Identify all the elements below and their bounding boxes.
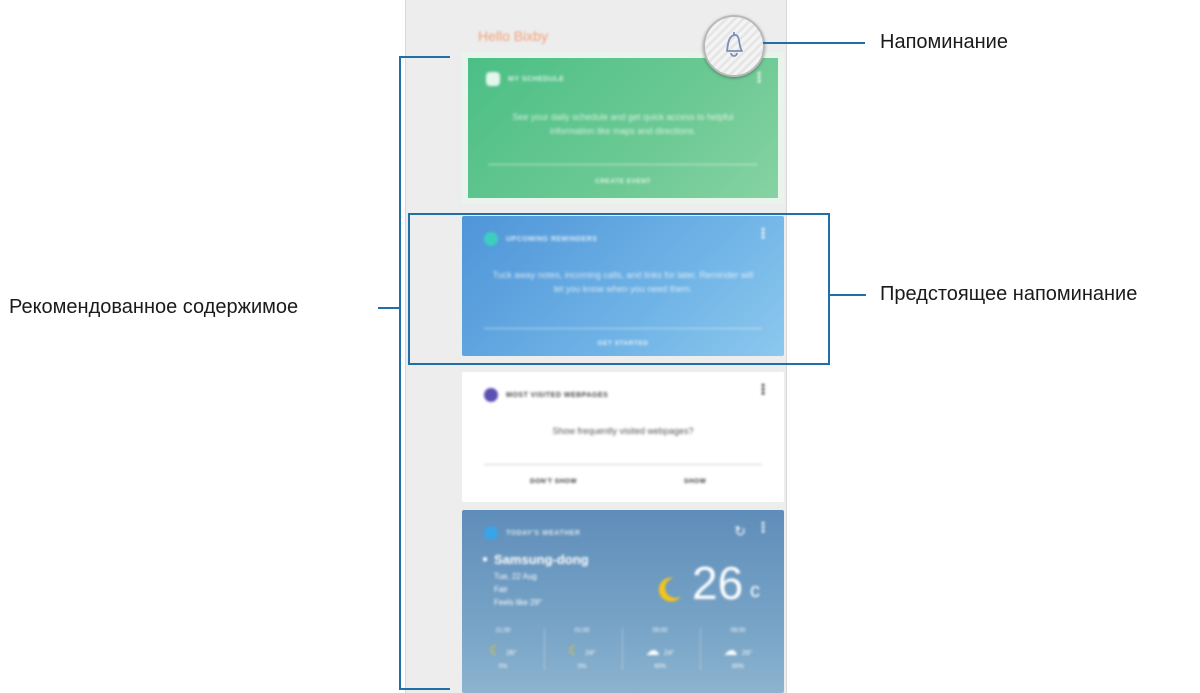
forecast-item: 09:00 ☁ 26° 60% [700, 628, 775, 670]
weather-temperature: 26 [692, 557, 744, 609]
bell-icon [726, 32, 743, 57]
weather-feels-like: Feels like 29° [494, 598, 543, 607]
dont-show-button[interactable]: DON'T SHOW [530, 478, 577, 485]
show-button[interactable]: SHOW [684, 478, 706, 485]
moon-icon: ☾ [489, 642, 502, 658]
forecast-item: 05:00 ☁ 24° 40% [622, 628, 697, 670]
card-body: Tuck away notes, incoming calls, and lin… [492, 270, 754, 294]
weather-condition: Fair [494, 585, 508, 594]
phone-screen: Hello Bixby MY SCHEDULE ⋮ See your daily… [405, 0, 787, 693]
more-vert-icon[interactable]: ⋮ [756, 520, 770, 534]
forecast-item: 21:00 ☾ 26° 0% [489, 628, 517, 670]
divider [484, 328, 762, 329]
reminder-callout: Напоминание [880, 31, 1008, 53]
card-title: MOST VISITED WEBPAGES [506, 391, 609, 399]
more-vert-icon[interactable]: ⋮ [752, 70, 766, 84]
moon-cloud-icon: ☾ [568, 642, 581, 658]
refresh-icon[interactable]: ↻ [734, 523, 746, 540]
calendar-icon [486, 72, 500, 86]
most-visited-card[interactable]: MOST VISITED WEBPAGES ⋮ Show frequently … [462, 372, 784, 502]
weather-card[interactable]: TODAY'S WEATHER ↻ ⋮ ● Samsung-dong Tue, … [462, 510, 784, 693]
location-pin-icon: ● [482, 554, 489, 565]
rain-cloud-icon: ☁ [723, 642, 738, 658]
divider [484, 464, 762, 465]
weather-icon [484, 526, 498, 540]
card-title: TODAY'S WEATHER [506, 529, 581, 537]
more-vert-icon[interactable]: ⋮ [756, 226, 770, 240]
greeting: Hello Bixby [478, 28, 549, 44]
bell-icon [484, 232, 498, 246]
weather-date: Tue, 22 Aug [494, 572, 537, 581]
rain-cloud-icon: ☁ [645, 642, 660, 658]
card-body: Show frequently visited webpages? [552, 426, 694, 436]
forecast-item: 01:00 ☾ 24° 0% [544, 628, 619, 670]
weather-unit: c [750, 580, 760, 602]
moon-icon [658, 577, 681, 602]
recommended-content-callout: Рекомендованное содержимое [9, 296, 299, 318]
upcoming-reminders-card[interactable]: UPCOMING REMINDERS ⋮ Tuck away notes, in… [462, 216, 784, 356]
create-event-button[interactable]: CREATE EVENT [462, 178, 784, 185]
upcoming-reminder-callout: Предстоящее напоминание [880, 283, 1138, 305]
card-title: UPCOMING REMINDERS [506, 235, 598, 243]
get-started-button[interactable]: GET STARTED [462, 340, 784, 347]
card-body: See your daily schedule and get quick ac… [512, 112, 734, 136]
globe-icon [484, 388, 498, 402]
more-vert-icon[interactable]: ⋮ [756, 382, 770, 396]
weather-location: Samsung-dong [494, 552, 589, 567]
reminder-button[interactable] [703, 15, 765, 77]
card-title: MY SCHEDULE [508, 75, 565, 83]
divider [488, 164, 758, 165]
